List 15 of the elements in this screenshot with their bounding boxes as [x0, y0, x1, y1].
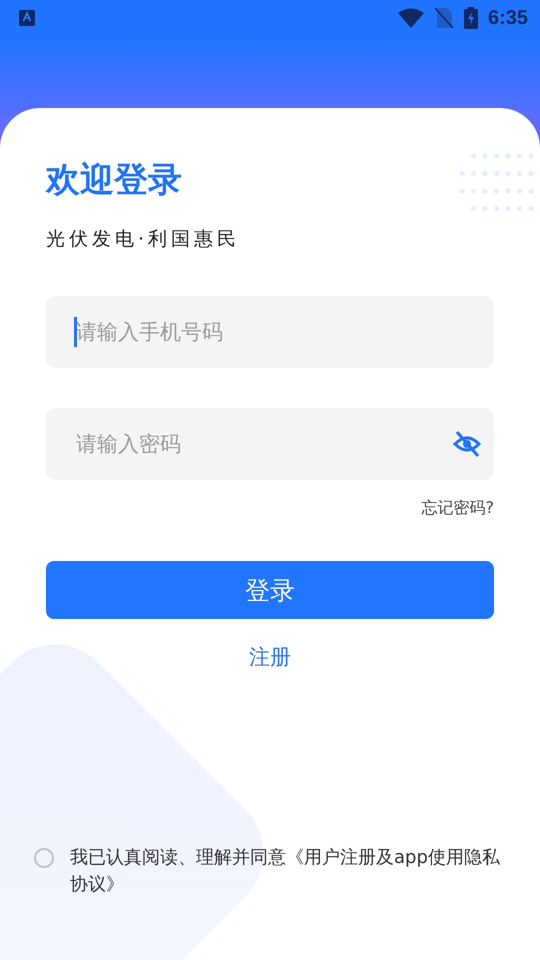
eye-icon[interactable] — [452, 429, 482, 459]
input-field[interactable]: 请输入密码 — [46, 408, 494, 480]
welcome-title: 欢迎登录 — [46, 159, 182, 202]
status-time: 6:35 — [488, 6, 528, 30]
login-button[interactable]: 登录 — [46, 561, 494, 619]
no-sim-icon — [434, 7, 454, 29]
agree-radio[interactable] — [34, 848, 54, 868]
slogan: 光伏发电·利国惠民 — [46, 227, 240, 252]
register-link[interactable]: 注册 — [249, 643, 291, 671]
forgot-password-link[interactable]: 忘记密码? — [422, 498, 494, 519]
wifi-icon — [398, 8, 424, 28]
agreement-text: 我已认真阅读、理解并同意《用户注册及app使用隐私协议》 — [70, 846, 501, 897]
battery-icon — [464, 7, 478, 29]
keyboard-icon — [19, 10, 35, 26]
input-field[interactable]: 请输入手机号码 — [46, 296, 494, 368]
